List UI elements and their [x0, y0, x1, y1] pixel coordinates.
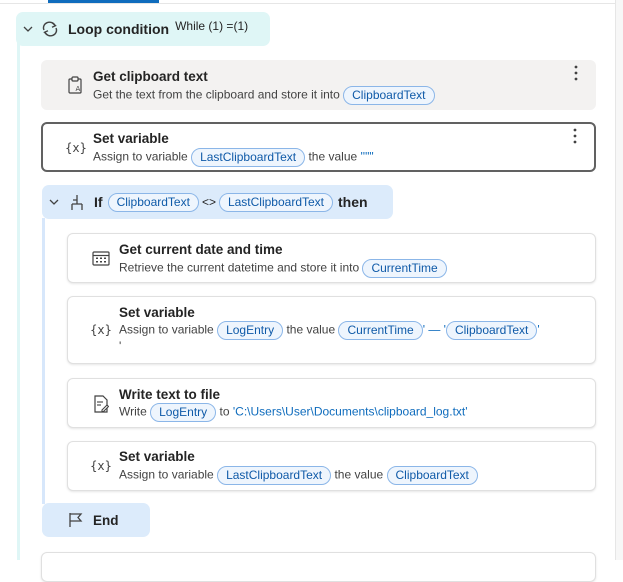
action-title: Get clipboard text — [93, 69, 208, 84]
variable-chip[interactable]: ClipboardText — [343, 86, 435, 105]
chevron-down-icon[interactable] — [23, 24, 33, 34]
variable-chip[interactable]: LogEntry — [150, 403, 217, 422]
desc-text: to — [219, 404, 230, 419]
canvas-scrollbar[interactable] — [615, 0, 623, 560]
desc-text: Write — [119, 404, 147, 419]
desc-text: the value — [308, 149, 358, 164]
action-title: Get current date and time — [119, 242, 283, 257]
variable-icon: {x} — [65, 141, 87, 155]
desc-text: Assign to variable — [93, 149, 188, 164]
loop-title: Loop condition — [68, 21, 170, 37]
action-description: Assign to variable LastClipboardText the… — [93, 148, 374, 167]
action-description: Retrieve the current datetime and store … — [119, 259, 447, 278]
variable-chip[interactable]: LastClipboardText — [191, 148, 306, 167]
variable-chip[interactable]: CurrentTime — [338, 321, 423, 340]
file-path-literal: 'C:\Users\User\Documents\clipboard_log.t… — [232, 404, 468, 419]
end-block[interactable]: End — [42, 503, 150, 537]
if-branch-icon — [69, 194, 85, 211]
variable-icon: {x} — [90, 459, 112, 473]
variable-chip[interactable]: LogEntry — [217, 321, 284, 340]
action-set-variable[interactable]: {x} Set variable Assign to variable LogE… — [67, 296, 596, 364]
calendar-icon — [89, 246, 113, 270]
loop-condition-text: While (1) =(1) — [175, 19, 249, 33]
desc-text: the value — [334, 467, 384, 482]
desc-text: Assign to variable — [119, 322, 214, 337]
variable-chip[interactable]: ClipboardText — [445, 321, 538, 340]
action-title: Set variable — [119, 305, 195, 320]
variable-chip[interactable]: CurrentTime — [362, 259, 447, 278]
action-card-next[interactable] — [41, 552, 596, 582]
action-title: Set variable — [93, 131, 169, 146]
desc-text: Get the text from the clipboard and stor… — [93, 87, 340, 102]
literal-value: ' — [537, 322, 540, 337]
literal-value: ' — ' — [422, 322, 446, 337]
action-title: Set variable — [119, 449, 195, 464]
variable-chip[interactable]: ClipboardText — [107, 192, 199, 212]
operator: <> — [201, 195, 216, 209]
if-condition-header[interactable]: If ClipboardText <> LastClipboardText th… — [42, 185, 393, 219]
action-title: Write text to file — [119, 387, 221, 402]
variable-chip[interactable]: LastClipboardText — [218, 192, 334, 212]
variable-icon: {x} — [90, 323, 112, 337]
action-description: Get the text from the clipboard and stor… — [93, 86, 435, 105]
write-file-icon — [89, 392, 113, 416]
if-keyword: If — [94, 194, 103, 210]
more-options-icon[interactable] — [566, 124, 584, 148]
action-description: Assign to variable LastClipboardText the… — [119, 466, 478, 485]
desc-text: Assign to variable — [119, 467, 214, 482]
variable-chip[interactable]: ClipboardText — [386, 466, 478, 485]
chevron-down-icon[interactable] — [49, 197, 59, 207]
then-keyword: then — [338, 194, 368, 210]
action-write-text-to-file[interactable]: Write text to file Write LogEntry to 'C:… — [67, 378, 596, 428]
literal-value-wrap: ' — [119, 339, 122, 353]
desc-text: the value — [286, 322, 336, 337]
literal-value: ''"" — [360, 149, 374, 164]
desc-text: Retrieve the current datetime and store … — [119, 260, 360, 275]
variable-chip[interactable]: LastClipboardText — [217, 466, 332, 485]
action-get-clipboard-text[interactable]: A Get clipboard text Get the text from t… — [41, 60, 596, 110]
end-flag-icon — [68, 512, 83, 528]
more-options-icon[interactable] — [567, 61, 585, 85]
action-set-variable[interactable]: {x} Set variable Assign to variable Last… — [67, 441, 596, 491]
action-get-current-datetime[interactable]: Get current date and time Retrieve the c… — [67, 233, 596, 283]
active-tab-indicator — [48, 0, 159, 3]
action-description: Write LogEntry to 'C:\Users\User\Documen… — [119, 403, 468, 422]
svg-text:A: A — [76, 85, 81, 93]
loop-icon — [41, 21, 59, 37]
loop-rail — [17, 40, 20, 560]
loop-condition-header[interactable]: Loop condition While (1) =(1) — [16, 12, 270, 46]
action-set-variable[interactable]: {x} Set variable Assign to variable Last… — [41, 122, 596, 172]
end-label: End — [93, 512, 119, 528]
clipboard-text-icon: A — [63, 73, 87, 97]
action-description: Assign to variable LogEntry the value Cu… — [119, 321, 540, 340]
if-rail — [42, 218, 45, 504]
